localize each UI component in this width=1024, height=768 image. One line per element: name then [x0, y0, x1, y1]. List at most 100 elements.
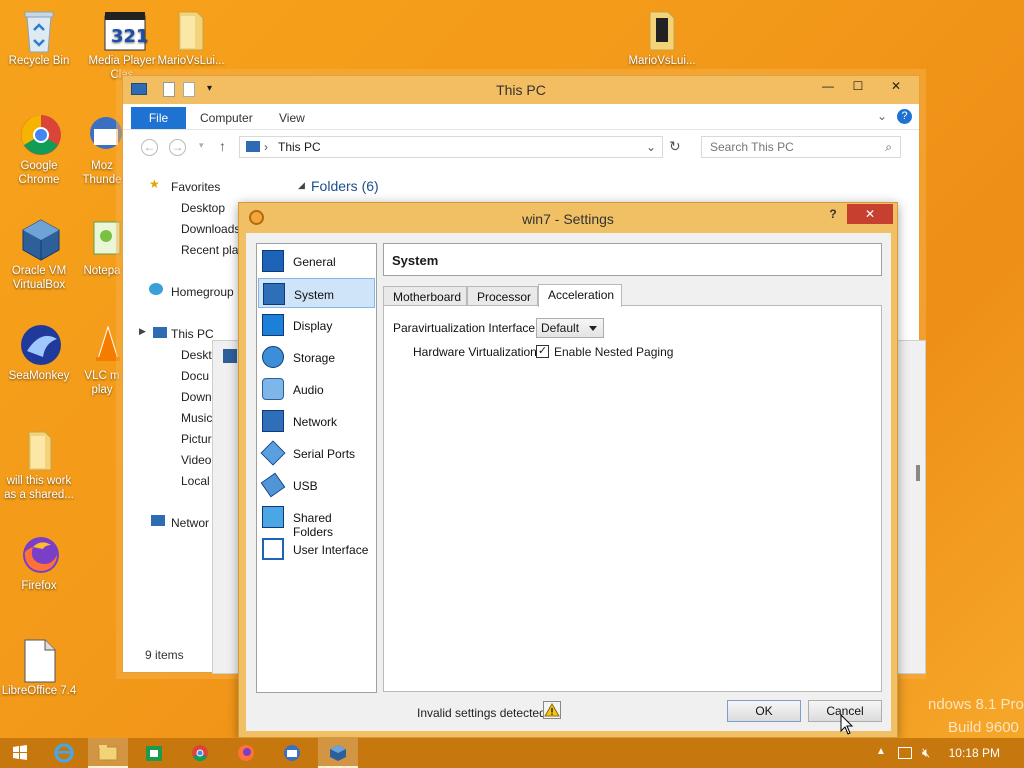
nav-downloads[interactable]: Downloads	[181, 222, 240, 236]
desktop-icon-notepad[interactable]: Notepa	[80, 218, 124, 278]
nav-network[interactable]: Networ	[171, 516, 209, 530]
ok-button[interactable]: OK	[727, 700, 801, 722]
up-button[interactable]: ↑	[219, 138, 226, 154]
desktop-icon-libreoffice[interactable]: LibreOffice 7.4	[1, 638, 77, 698]
folders-section-header[interactable]: Folders (6)	[311, 178, 379, 194]
computer-icon	[246, 141, 260, 152]
desktop-icon-recycle-bin[interactable]: Recycle Bin	[1, 8, 77, 68]
search-input[interactable]: Search This PC ⌕	[701, 136, 901, 158]
tab-acceleration[interactable]: Acceleration	[538, 284, 622, 307]
clock[interactable]: 10:18 PM	[949, 746, 1000, 760]
settings-dialog[interactable]: win7 - Settings ? ✕ General System Displ…	[238, 202, 898, 738]
tab-view[interactable]: View	[279, 111, 305, 125]
nav-pc-downloads[interactable]: Down	[181, 390, 212, 404]
paravirtualization-select[interactable]: Default	[536, 318, 604, 338]
explorer-titlebar[interactable]: ▾ This PC — ☐ ✕	[123, 76, 919, 104]
category-storage[interactable]: Storage	[258, 342, 375, 372]
virtualbox-icon	[19, 218, 60, 261]
nav-pc-music[interactable]: Music	[181, 411, 212, 425]
shared-folders-icon	[262, 506, 284, 528]
desktop-icon-vlc[interactable]: VLC m play	[80, 323, 124, 397]
nested-paging-label[interactable]: Enable Nested Paging	[554, 345, 673, 359]
help-icon[interactable]: ?	[897, 109, 912, 124]
category-network[interactable]: Network	[258, 406, 375, 436]
close-button[interactable]: ✕	[873, 76, 919, 96]
settings-category-list[interactable]: General System Display Storage Audio Net…	[256, 243, 377, 693]
collapse-arrow-icon[interactable]: ◢	[298, 180, 305, 191]
category-shared-folders[interactable]: Shared Folders	[258, 502, 375, 539]
category-label: Audio	[293, 383, 324, 397]
expand-ribbon-icon[interactable]: ⌄	[877, 109, 887, 123]
category-usb[interactable]: USB	[258, 470, 375, 500]
nav-desktop[interactable]: Desktop	[181, 201, 225, 215]
nav-pc-desktop[interactable]: Deskt	[181, 348, 212, 362]
desktop-icon-chrome[interactable]: Google Chrome	[1, 113, 77, 187]
category-serial-ports[interactable]: Serial Ports	[258, 438, 375, 468]
nav-pc-documents[interactable]: Docu	[181, 369, 209, 383]
seamonkey-icon	[19, 323, 61, 365]
forward-button[interactable]: →	[169, 139, 186, 156]
tab-processor[interactable]: Processor	[467, 286, 538, 306]
dialog-close-button[interactable]: ✕	[847, 204, 893, 224]
nav-pc-local-disk[interactable]: Local	[181, 474, 210, 488]
show-hidden-icons-icon[interactable]: ▲	[876, 746, 886, 757]
dialog-body: General System Display Storage Audio Net…	[246, 233, 891, 731]
warning-icon[interactable]	[543, 701, 561, 719]
volume-muted-icon[interactable]: 🔇︎	[922, 745, 930, 761]
category-user-interface[interactable]: User Interface	[258, 534, 375, 564]
desktop-icon-label: MarioVsLui...	[628, 55, 696, 67]
desktop-icon-media-player[interactable]: 321 Media Player Clas	[84, 8, 160, 82]
libreoffice-icon	[19, 638, 59, 683]
category-general[interactable]: General	[258, 246, 375, 276]
desktop-icon-virtualbox[interactable]: Oracle VM VirtualBox	[1, 218, 77, 292]
back-button[interactable]: ←	[141, 139, 158, 156]
desktop-icon-mario-folder-1[interactable]: MarioVsLui...	[153, 8, 229, 68]
address-text: This PC	[278, 140, 321, 154]
address-dropdown-icon[interactable]: ⌄	[646, 137, 656, 157]
nav-pc-pictures[interactable]: Pictur	[181, 432, 212, 446]
windows-watermark-build: Build 9600	[948, 719, 1019, 736]
minimize-button[interactable]: —	[813, 76, 843, 96]
desktop-icon-firefox[interactable]: Firefox	[1, 533, 77, 593]
start-button[interactable]	[0, 738, 40, 768]
nav-recent-places[interactable]: Recent plac	[181, 243, 244, 257]
folder-icon	[19, 428, 59, 471]
tab-motherboard[interactable]: Motherboard	[383, 286, 467, 306]
network-icon	[151, 515, 165, 526]
nav-this-pc[interactable]: This PC	[171, 327, 214, 341]
tab-file[interactable]: File	[131, 107, 186, 129]
taskbar-firefox[interactable]	[226, 738, 266, 768]
taskbar-chrome[interactable]	[180, 738, 220, 768]
nav-homegroup[interactable]: Homegroup	[171, 285, 234, 299]
desktop-icon-mario-folder-2[interactable]: MarioVsLui...	[624, 8, 700, 68]
address-bar[interactable]: › This PC ⌄	[239, 136, 663, 158]
taskbar-internet-explorer[interactable]	[44, 738, 84, 768]
taskbar-file-explorer[interactable]	[88, 738, 128, 768]
desktop-icon-seamonkey[interactable]: SeaMonkey	[1, 323, 77, 383]
desktop-icon-label: will this work as a shared...	[4, 475, 74, 501]
scrollbar[interactable]	[916, 465, 920, 481]
notepad-icon	[82, 218, 122, 258]
firefox-icon	[19, 533, 59, 573]
category-audio[interactable]: Audio	[258, 374, 375, 404]
nav-pc-videos[interactable]: Video	[181, 453, 211, 467]
desktop-icon-shared-folder[interactable]: will this work as a shared...	[1, 428, 77, 502]
help-button[interactable]: ?	[823, 207, 843, 221]
maximize-button[interactable]: ☐	[843, 76, 873, 96]
network-tray-icon[interactable]	[898, 747, 912, 759]
taskbar-store[interactable]	[134, 738, 174, 768]
computer-icon	[153, 327, 167, 338]
acceleration-panel: Paravirtualization Interface: Default Ha…	[383, 305, 882, 692]
nested-paging-checkbox[interactable]: ✓	[536, 345, 549, 358]
desktop-icon-thunderbird[interactable]: Moz Thunde	[80, 113, 124, 187]
refresh-button[interactable]: ↻	[669, 138, 681, 155]
category-display[interactable]: Display	[258, 310, 375, 340]
category-label: User Interface	[293, 543, 369, 557]
taskbar-virtualbox[interactable]	[318, 738, 358, 768]
tab-computer[interactable]: Computer	[200, 111, 253, 125]
audio-icon	[262, 378, 284, 400]
nav-favorites[interactable]: Favorites	[171, 180, 220, 194]
recent-locations-icon[interactable]: ▾	[199, 140, 204, 151]
category-system[interactable]: System	[258, 278, 375, 308]
taskbar-thunderbird[interactable]	[272, 738, 312, 768]
